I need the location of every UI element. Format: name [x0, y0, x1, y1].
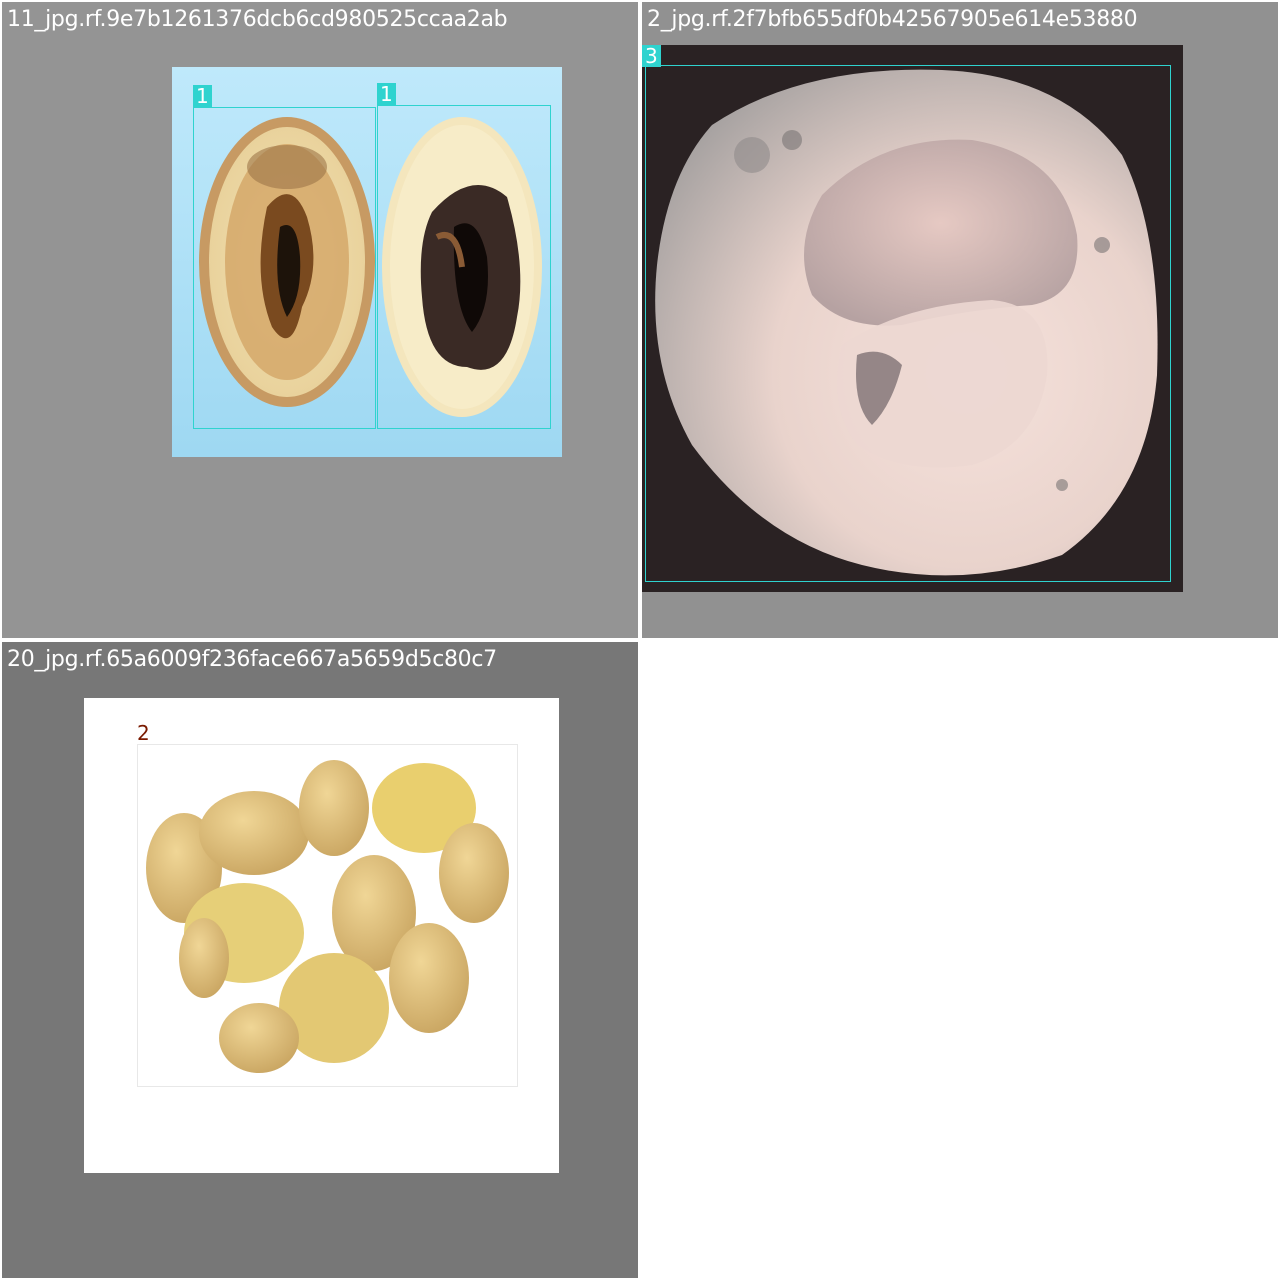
bbox-3-label: 3 [642, 45, 661, 67]
panel-3-title: 20_jpg.rf.65a6009f236face667a5659d5c80c7 [7, 647, 497, 672]
bbox-1a-label: 1 [193, 85, 212, 107]
panel-3-image: 2 [84, 698, 559, 1173]
panel-2-title: 2_jpg.rf.2f7bfb655df0b42567905e614e53880 [647, 7, 1138, 32]
bbox-1b [377, 105, 551, 429]
bbox-1a [193, 107, 376, 429]
bbox-3 [645, 65, 1171, 582]
panel-1-title: 11_jpg.rf.9e7b1261376dcb6cd980525ccaa2ab [7, 7, 508, 32]
panel-2: 2_jpg.rf.2f7bfb655df0b42567905e614e53880 [642, 2, 1278, 638]
panel-2-image: 3 [642, 45, 1183, 592]
bbox-1b-label: 1 [377, 83, 396, 105]
bbox-2-label: 2 [137, 721, 150, 745]
bbox-2 [137, 744, 518, 1087]
panel-3: 20_jpg.rf.65a6009f236face667a5659d5c80c7 [2, 642, 638, 1278]
panel-1: 11_jpg.rf.9e7b1261376dcb6cd980525ccaa2ab [2, 2, 638, 638]
panel-1-image: 1 1 [172, 67, 562, 457]
